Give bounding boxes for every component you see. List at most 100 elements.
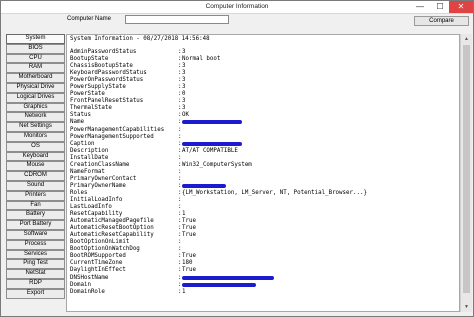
- sidebar-item-motherboard[interactable]: Motherboard: [6, 73, 65, 83]
- info-value: 3: [182, 105, 186, 112]
- sidebar-item-fan[interactable]: Fan: [6, 200, 65, 211]
- sidebar-item-os[interactable]: OS: [6, 141, 65, 152]
- info-key: AutomaticResetBootOption: [70, 225, 154, 232]
- sidebar-item-cpu[interactable]: CPU: [6, 53, 65, 64]
- info-separator: :: [178, 147, 182, 154]
- info-separator: :: [178, 175, 182, 182]
- main-window: Computer Information — ☐ ✕ Computer Name…: [0, 0, 474, 317]
- vertical-scrollbar[interactable]: ▲ ▼: [460, 34, 472, 312]
- info-key: PrimaryOwnerContact: [70, 175, 137, 182]
- sidebar-item-services[interactable]: Services: [6, 249, 65, 260]
- info-separator: :: [178, 239, 182, 246]
- info-separator: :: [178, 168, 182, 175]
- sidebar-item-mouse[interactable]: Mouse: [6, 161, 65, 172]
- info-separator: :: [178, 161, 182, 168]
- sidebar-item-rdp[interactable]: RDP: [6, 278, 65, 289]
- info-value: 3: [182, 63, 186, 70]
- sidebar-item-battery[interactable]: Battery: [6, 210, 65, 221]
- info-key: KeyboardPasswordStatus: [70, 70, 147, 77]
- info-value: Win32_ComputerSystem: [182, 161, 252, 168]
- info-key: CurrentTimeZone: [70, 260, 123, 267]
- category-sidebar: System BIOS CPU RAM Motherboard Physical Driv…: [6, 34, 65, 299]
- sidebar-item-physical-drive[interactable]: Physical Drive: [6, 82, 65, 93]
- info-value: 0: [182, 91, 186, 98]
- sidebar-item-software[interactable]: Software: [6, 229, 65, 240]
- sidebar-item-sound[interactable]: Sound: [6, 180, 65, 191]
- info-value: 3: [182, 84, 186, 91]
- info-value: 3: [182, 49, 186, 55]
- minimize-button[interactable]: —: [411, 1, 429, 13]
- sidebar-item-export[interactable]: Export: [6, 288, 65, 299]
- info-separator: :: [178, 232, 182, 239]
- title-bar: Computer Information — ☐ ✕: [1, 1, 473, 14]
- sidebar-item-port-battery[interactable]: Port Battery: [6, 220, 65, 230]
- sidebar-item-ping-test[interactable]: Ping Test: [6, 259, 65, 270]
- info-value: True: [182, 253, 196, 260]
- info-key: LastLoadInfo: [70, 204, 112, 211]
- sidebar-item-logical-drives[interactable]: Logical Drives: [6, 92, 65, 103]
- info-key: FrontPanelResetStatus: [70, 98, 144, 105]
- info-separator: :: [178, 105, 182, 112]
- info-key: BootROMSupported: [70, 253, 126, 260]
- info-header: System Information - 08/27/2018 14:56:48: [70, 36, 210, 42]
- redaction-mark: [182, 282, 256, 287]
- redaction-mark: [182, 120, 242, 125]
- info-separator: :: [178, 140, 182, 147]
- redaction-mark: [182, 141, 242, 146]
- info-separator: :: [178, 182, 182, 189]
- sidebar-item-ram[interactable]: RAM: [6, 63, 65, 74]
- info-key: PrimaryOwnerName: [70, 182, 126, 189]
- sidebar-item-monitors[interactable]: Monitors: [6, 131, 65, 142]
- close-button[interactable]: ✕: [449, 1, 473, 13]
- info-value: {LM_Workstation, LM_Server, NT, Potentia…: [182, 189, 367, 196]
- info-key: ResetCapability: [70, 211, 123, 218]
- info-value: OK: [182, 112, 189, 119]
- sidebar-item-system[interactable]: System: [6, 34, 65, 44]
- compare-button[interactable]: Compare: [414, 16, 469, 26]
- window-title: Computer Information: [205, 3, 269, 10]
- info-value: 180: [182, 260, 193, 267]
- sidebar-item-process[interactable]: Process: [6, 239, 65, 250]
- info-value: True: [182, 225, 196, 232]
- info-key: AutomaticResetCapability: [70, 232, 154, 239]
- info-value: Normal boot: [182, 56, 221, 63]
- sidebar-item-net-settings[interactable]: Net Settings: [6, 122, 65, 132]
- sidebar-item-graphics[interactable]: Graphics: [6, 102, 65, 113]
- computer-name-input[interactable]: [125, 15, 229, 24]
- sidebar-item-cdrom[interactable]: CDROM: [6, 171, 65, 181]
- info-key: Name: [70, 119, 84, 126]
- info-separator: :: [178, 281, 182, 288]
- info-key: InitialLoadInfo: [70, 196, 123, 203]
- info-key: BootOptionOnWatchDog: [70, 246, 140, 253]
- info-key: AdminPasswordStatus: [70, 49, 137, 55]
- info-key: ThermalState: [70, 105, 112, 112]
- info-separator: :: [178, 267, 182, 274]
- sidebar-item-bios[interactable]: BIOS: [6, 43, 65, 54]
- maximize-button[interactable]: ☐: [431, 1, 449, 13]
- info-separator: :: [178, 133, 182, 140]
- sidebar-item-keyboard[interactable]: Keyboard: [6, 151, 65, 162]
- scroll-down-icon[interactable]: ▼: [461, 302, 472, 312]
- info-key: DNSHostName: [70, 274, 109, 281]
- info-separator: :: [178, 56, 182, 63]
- info-separator: :: [178, 119, 182, 126]
- sidebar-item-printers[interactable]: Printers: [6, 190, 65, 201]
- info-separator: :: [178, 274, 182, 281]
- info-key: InstallDate: [70, 154, 109, 161]
- info-separator: :: [178, 49, 182, 55]
- sidebar-item-network[interactable]: Network: [6, 112, 65, 123]
- info-separator: :: [178, 91, 182, 98]
- scroll-up-icon[interactable]: ▲: [461, 34, 472, 44]
- info-separator: :: [178, 253, 182, 260]
- info-key: PowerSupplyState: [70, 84, 126, 91]
- info-value: True: [182, 267, 196, 274]
- info-separator: :: [178, 154, 182, 161]
- info-key: CreationClassName: [70, 161, 130, 168]
- info-key: Status: [70, 112, 91, 119]
- info-value: 3: [182, 98, 186, 105]
- sidebar-item-netstat[interactable]: NetStat: [6, 269, 65, 279]
- info-separator: :: [178, 218, 182, 225]
- info-value: 3: [182, 70, 186, 77]
- info-separator: :: [178, 77, 182, 84]
- scroll-thumb[interactable]: [463, 45, 470, 293]
